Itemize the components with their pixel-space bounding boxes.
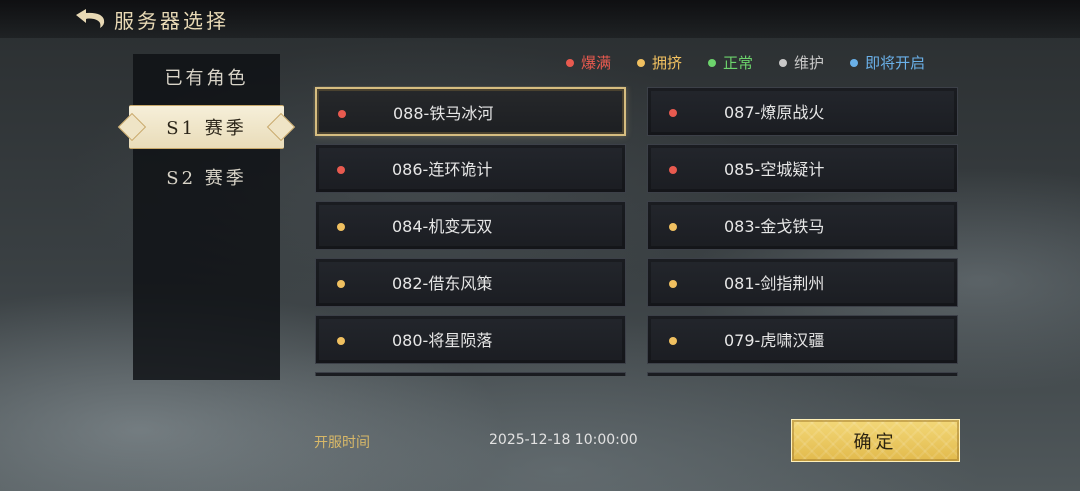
status-dot-icon [850, 58, 859, 67]
server-card[interactable]: 087-燎原战火 [647, 87, 958, 136]
legend-label: 即将开启 [865, 54, 926, 72]
page-title: 服务器选择 [114, 9, 229, 33]
sidebar-item-existing-roles[interactable]: 已有角色 [133, 56, 280, 98]
status-dot-icon [337, 223, 345, 231]
server-name: 088-铁马冰河 [393, 104, 494, 123]
server-name: 086-连环诡计 [392, 160, 493, 179]
status-dot-icon [337, 337, 345, 345]
server-card-partial[interactable] [647, 372, 958, 376]
status-dot-icon [338, 110, 346, 118]
legend-label: 维护 [794, 54, 825, 72]
server-name: 087-燎原战火 [724, 103, 825, 122]
legend-label: 拥挤 [652, 54, 683, 72]
back-arrow-icon[interactable] [72, 7, 108, 31]
confirm-button[interactable]: 确定 [791, 419, 960, 462]
status-legend: 爆满 拥挤 正常 维护 即将开启 [566, 52, 925, 73]
server-card[interactable]: 083-金戈铁马 [647, 201, 958, 250]
status-dot-icon [669, 109, 677, 117]
server-name: 083-金戈铁马 [724, 217, 825, 236]
legend-coming-soon: 即将开启 [850, 52, 925, 73]
server-card[interactable]: 081-剑指荆州 [647, 258, 958, 307]
season-sidebar: 已有角色 S1 赛季 S2 赛季 [129, 54, 284, 380]
server-name: 082-借东风策 [392, 274, 493, 293]
status-dot-icon [669, 166, 677, 174]
sidebar-item-s1-season[interactable]: S1 赛季 [129, 105, 284, 149]
server-name: 080-将星陨落 [392, 331, 493, 350]
sidebar-item-s2-season[interactable]: S2 赛季 [133, 156, 280, 198]
top-bar: 服务器选择 [0, 0, 1080, 38]
status-dot-icon [337, 166, 345, 174]
server-card-partial[interactable] [315, 372, 626, 376]
server-name: 079-虎啸汉疆 [724, 331, 825, 350]
confirm-button-label: 确定 [853, 431, 898, 453]
status-dot-icon [669, 337, 677, 345]
legend-crowded: 拥挤 [637, 52, 682, 73]
server-name: 085-空城疑计 [724, 160, 825, 179]
status-dot-icon [708, 58, 717, 67]
status-dot-icon [566, 58, 574, 67]
server-name: 081-剑指荆州 [724, 274, 825, 293]
server-card[interactable]: 084-机变无双 [315, 201, 626, 250]
server-card[interactable]: 079-虎啸汉疆 [647, 315, 958, 364]
server-name: 084-机变无双 [392, 217, 493, 236]
status-dot-icon [669, 223, 677, 231]
legend-maintenance: 维护 [779, 52, 824, 73]
legend-label: 爆满 [581, 54, 612, 72]
server-card[interactable]: 080-将星陨落 [315, 315, 626, 364]
status-dot-icon [337, 280, 345, 288]
status-dot-icon [669, 280, 677, 288]
server-card[interactable]: 086-连环诡计 [315, 144, 626, 193]
status-dot-icon [637, 58, 646, 67]
open-time-label: 开服时间 [314, 435, 370, 451]
legend-full: 爆满 [566, 52, 611, 73]
legend-label: 正常 [723, 54, 754, 72]
legend-normal: 正常 [708, 52, 753, 73]
open-time-value: 2025-12-18 10:00:00 [489, 432, 638, 448]
server-card[interactable]: 082-借东风策 [315, 258, 626, 307]
server-list: 088-铁马冰河 087-燎原战火 086-连环诡计 085-空城疑计 084-… [313, 86, 961, 376]
status-dot-icon [779, 58, 788, 67]
server-card[interactable]: 088-铁马冰河 [315, 87, 626, 136]
server-card[interactable]: 085-空城疑计 [647, 144, 958, 193]
